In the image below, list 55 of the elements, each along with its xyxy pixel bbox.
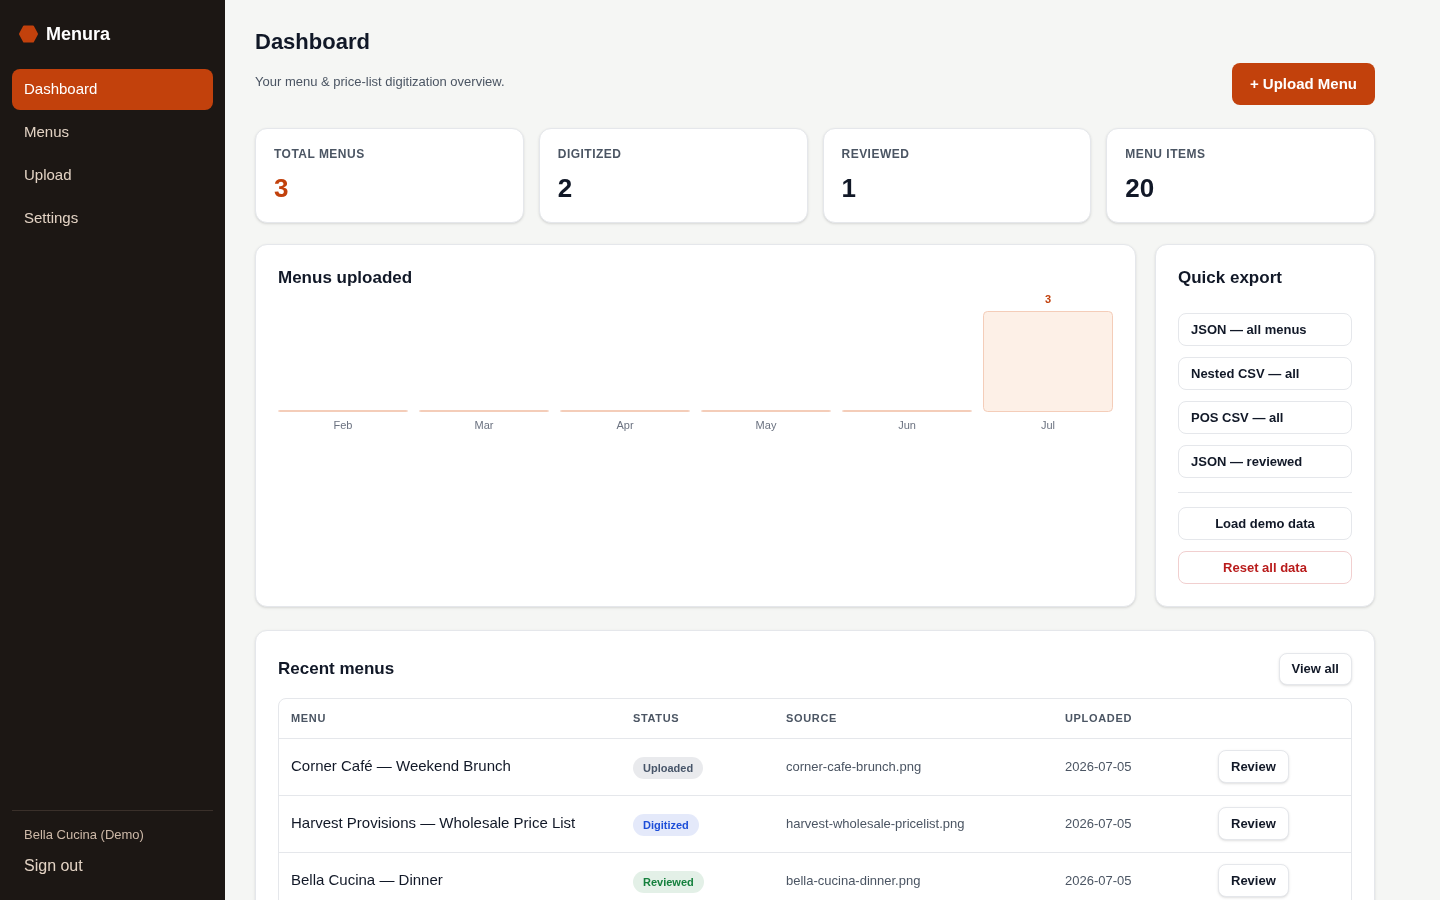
brand-name: Menura xyxy=(46,22,110,46)
menu-name-cell: Bella Cucina — Dinner xyxy=(279,852,621,900)
column-header: STATUS xyxy=(621,699,774,738)
source-file-cell: harvest-wholesale-pricelist.png xyxy=(774,795,1053,852)
nav-item[interactable]: Upload xyxy=(12,155,213,196)
column-header: MENU xyxy=(279,699,621,738)
sign-out-link[interactable]: Sign out xyxy=(24,855,83,877)
card-title: Menus uploaded xyxy=(278,267,413,289)
view-all-button[interactable]: View all xyxy=(1278,653,1352,685)
status-badge: Uploaded xyxy=(633,756,704,779)
upload-date-cell: 2026-07-05 xyxy=(1053,738,1206,795)
source-file-cell: bella-cucina-dinner.png xyxy=(774,852,1053,900)
export-button[interactable]: JSON — reviewed xyxy=(1178,445,1352,478)
column-header: SOURCE xyxy=(774,699,1053,738)
export-button[interactable]: POS CSV — all xyxy=(1178,401,1352,434)
stat-label: DIGITIZED xyxy=(557,146,622,162)
card-title: Recent menus xyxy=(278,658,395,680)
menu-name-cell: Harvest Provisions — Wholesale Price List xyxy=(279,795,621,852)
axis-label: Jul xyxy=(1040,419,1056,431)
menu-name-cell: Corner Café — Weekend Brunch xyxy=(279,738,621,795)
stat-value: 3 xyxy=(274,172,289,204)
column-header: UPLOADED xyxy=(1053,699,1206,738)
stat-value: 1 xyxy=(841,172,856,204)
axis-label: Feb xyxy=(333,419,353,431)
nav-item[interactable]: Settings xyxy=(12,198,213,239)
review-button[interactable]: Review xyxy=(1218,864,1289,897)
page-subtitle: Your menu & price-list digitization overview. xyxy=(255,73,505,91)
review-button[interactable]: Review xyxy=(1218,750,1289,783)
status-badge: Reviewed xyxy=(633,870,704,893)
axis-label: May xyxy=(755,419,777,431)
reset-data-button[interactable]: Reset all data xyxy=(1178,551,1352,584)
page-title: Dashboard xyxy=(255,28,370,56)
card-title: Quick export xyxy=(1178,267,1282,289)
load-demo-button[interactable]: Load demo data xyxy=(1178,507,1352,540)
account-name: Bella Cucina (Demo) xyxy=(24,827,144,843)
axis-label: Mar xyxy=(474,419,494,431)
review-button[interactable]: Review xyxy=(1218,807,1289,840)
stat-label: TOTAL MENUS xyxy=(274,146,365,162)
export-button[interactable]: JSON — all menus xyxy=(1178,313,1352,346)
upload-date-cell: 2026-07-05 xyxy=(1053,852,1206,900)
nav-item[interactable]: Menus xyxy=(12,112,213,153)
nav-item[interactable]: Dashboard xyxy=(12,69,213,110)
status-badge: Digitized xyxy=(633,813,699,836)
stat-label: MENU ITEMS xyxy=(1125,146,1206,162)
axis-label: Jun xyxy=(898,419,916,431)
upload-date-cell: 2026-07-05 xyxy=(1053,795,1206,852)
upload-menu-button[interactable]: + Upload Menu xyxy=(1231,63,1375,105)
axis-label: Apr xyxy=(616,419,634,431)
export-button[interactable]: Nested CSV — all xyxy=(1178,357,1352,390)
logo-icon xyxy=(19,24,38,43)
stat-value: 2 xyxy=(557,172,573,204)
stat-label: REVIEWED xyxy=(841,146,910,162)
stat-value: 20 xyxy=(1125,172,1155,204)
bar-value-label: 3 xyxy=(1044,293,1052,305)
source-file-cell: corner-cafe-brunch.png xyxy=(774,738,1053,795)
